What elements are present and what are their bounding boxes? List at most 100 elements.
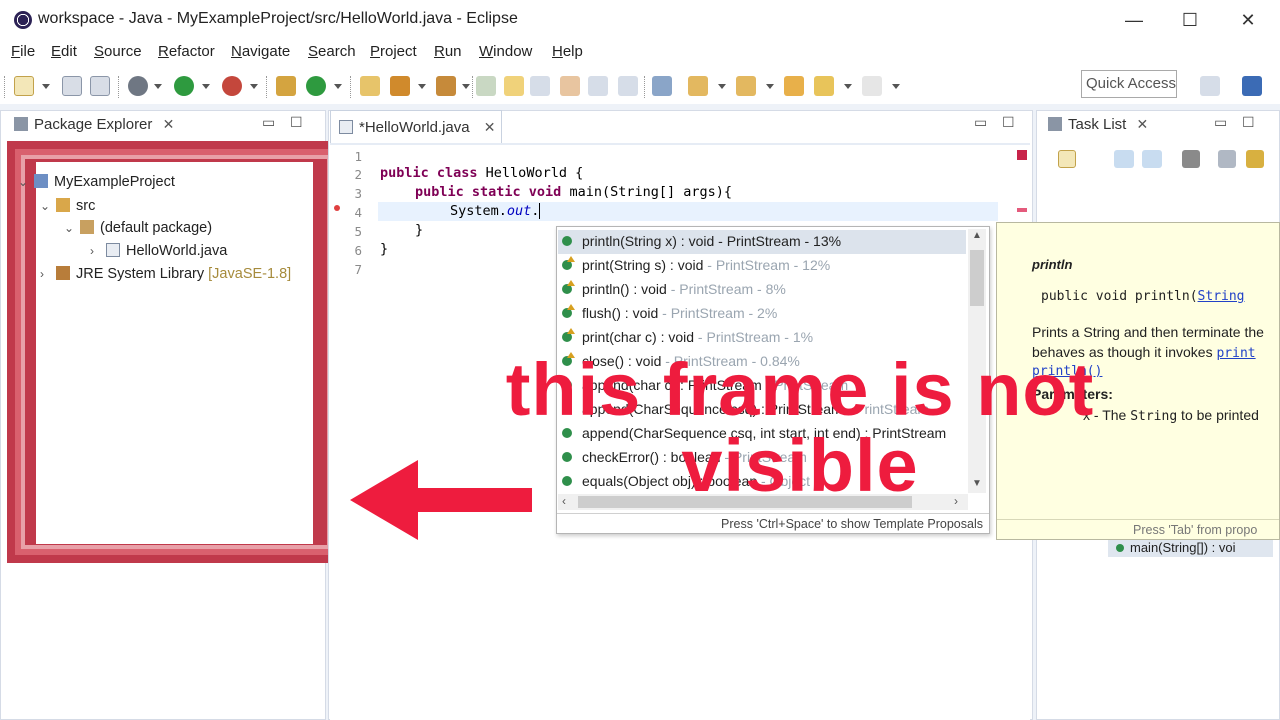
proposal-item[interactable]: print(char c) : void - PrintStream - 1% (558, 326, 963, 350)
chevron-down-icon[interactable]: ⌄ (18, 175, 34, 189)
chevron-down-icon[interactable]: ⌄ (40, 199, 56, 213)
close-button[interactable]: ✕ (1228, 6, 1268, 34)
sync-icon[interactable] (1246, 150, 1264, 168)
menu-refactor[interactable]: Refactor (158, 43, 215, 60)
package-label: (default package) (100, 220, 213, 236)
menu-search[interactable]: Search (308, 43, 356, 60)
java-perspective-icon[interactable] (1242, 76, 1262, 96)
text-cursor (539, 203, 541, 219)
chevron-down-icon[interactable]: ⌄ (64, 221, 80, 235)
open-type-icon[interactable] (360, 76, 380, 96)
menu-run[interactable]: Run (434, 43, 462, 60)
menu-help[interactable]: Help (552, 43, 583, 60)
chevron-down-icon[interactable] (42, 84, 50, 89)
scroll-up-icon[interactable]: ▲ (972, 230, 982, 241)
close-view-icon[interactable]: ✕ (163, 116, 175, 132)
chevron-down-icon[interactable] (202, 84, 210, 89)
new-icon[interactable] (14, 76, 34, 96)
javadoc-link[interactable]: String (1198, 289, 1245, 304)
chevron-down-icon[interactable] (154, 84, 162, 89)
project-folder-icon (34, 174, 48, 188)
maximize-view-icon[interactable]: ☐ (1242, 114, 1255, 131)
error-marker-icon[interactable] (334, 205, 340, 211)
open-perspective-icon[interactable] (1200, 76, 1220, 96)
maximize-button[interactable]: ☐ (1170, 6, 1210, 34)
proposal-item[interactable]: flush() : void - PrintStream - 2% (558, 302, 963, 326)
menu-source[interactable]: Source (94, 43, 142, 60)
error-overview-marker[interactable] (1017, 150, 1027, 160)
forward-arrow-icon[interactable] (862, 76, 882, 96)
proposal-item[interactable]: println() : void - PrintStream - 8% (558, 278, 963, 302)
chevron-down-icon[interactable] (250, 84, 258, 89)
menu-project[interactable]: Project (370, 43, 417, 60)
javadoc-description: Prints a String and then terminate the (1032, 324, 1264, 340)
proposal-item[interactable]: print(String s) : void - PrintStream - 1… (558, 254, 963, 278)
tree-item-helloworld[interactable]: › HelloWorld.java (90, 243, 227, 259)
next-annotation-icon[interactable] (688, 76, 708, 96)
collapse-all-icon[interactable] (1218, 150, 1236, 168)
chevron-right-icon[interactable]: › (40, 267, 56, 281)
maximize-view-icon[interactable]: ☐ (1002, 114, 1015, 131)
save-icon[interactable] (62, 76, 82, 96)
chevron-down-icon[interactable] (766, 84, 774, 89)
outline-item[interactable]: main(String[]) : voi (1108, 539, 1273, 557)
chevron-right-icon[interactable]: › (90, 244, 106, 258)
save-all-icon[interactable] (90, 76, 110, 96)
mark-occurrences-icon[interactable] (504, 76, 524, 96)
search-icon[interactable] (436, 76, 456, 96)
previous-annotation-icon[interactable] (736, 76, 756, 96)
new-class-icon[interactable] (306, 76, 326, 96)
chevron-down-icon[interactable] (892, 84, 900, 89)
javadoc-link[interactable]: print (1216, 346, 1255, 361)
new-task-icon[interactable] (1058, 150, 1076, 168)
minimize-view-icon[interactable]: ▭ (974, 114, 987, 131)
chevron-down-icon[interactable] (844, 84, 852, 89)
debug-bug-icon[interactable] (128, 76, 148, 96)
pin-icon[interactable] (652, 76, 672, 96)
error-overview-marker[interactable] (1017, 208, 1027, 212)
last-edit-icon[interactable] (784, 76, 804, 96)
public-method-icon (1116, 544, 1124, 552)
hide-completed-icon[interactable] (1182, 150, 1200, 168)
content-assist-status: Press 'Ctrl+Space' to show Template Prop… (557, 513, 989, 533)
categorized-icon[interactable] (1114, 150, 1134, 168)
close-editor-icon[interactable]: ✕ (484, 119, 496, 135)
code-line-6: } (380, 241, 389, 257)
menu-navigate[interactable]: Navigate (231, 43, 290, 60)
scrollbar-thumb[interactable] (970, 250, 984, 306)
maximize-view-icon[interactable]: ☐ (290, 114, 303, 131)
annotation-line-1: this frame is not (505, 348, 1095, 431)
public-method-icon (562, 280, 575, 294)
proposal-item[interactable]: println(String x) : void - PrintStream -… (558, 230, 966, 254)
toggle-breadcrumb-icon[interactable] (476, 76, 496, 96)
run-icon[interactable] (174, 76, 194, 96)
tree-item-project[interactable]: ⌄ MyExampleProject (18, 174, 175, 190)
tree-item-jre-library[interactable]: › JRE System Library [JavaSE-1.8] (40, 266, 291, 282)
show-whitespace-icon[interactable] (560, 76, 580, 96)
open-task-icon[interactable] (390, 76, 410, 96)
chevron-down-icon[interactable] (462, 84, 470, 89)
external-tools-icon[interactable] (222, 76, 242, 96)
quick-access-input[interactable]: Quick Access (1081, 70, 1177, 98)
back-arrow-icon[interactable] (814, 76, 834, 96)
tree-item-src[interactable]: ⌄ src (40, 198, 95, 214)
pilcrow-icon[interactable] (618, 76, 638, 96)
chevron-down-icon[interactable] (418, 84, 426, 89)
scheduled-icon[interactable] (1142, 150, 1162, 168)
minimize-view-icon[interactable]: ▭ (262, 114, 275, 131)
close-view-icon[interactable]: ✕ (1137, 116, 1149, 132)
word-wrap-icon[interactable] (588, 76, 608, 96)
menu-window[interactable]: Window (479, 43, 532, 60)
block-selection-icon[interactable] (530, 76, 550, 96)
divider (997, 519, 1279, 520)
menu-file[interactable]: File (11, 43, 35, 60)
tab-task-list[interactable]: Task List ✕ (1048, 116, 1148, 146)
tab-helloworld-java[interactable]: *HelloWorld.java ✕ (330, 110, 502, 143)
minimize-view-icon[interactable]: ▭ (1214, 114, 1227, 131)
tree-item-default-package[interactable]: ⌄ (default package) (64, 220, 212, 236)
chevron-down-icon[interactable] (718, 84, 726, 89)
menu-edit[interactable]: Edit (51, 43, 77, 60)
minimize-button[interactable]: — (1114, 6, 1154, 34)
chevron-down-icon[interactable] (334, 84, 342, 89)
new-package-icon[interactable] (276, 76, 296, 96)
